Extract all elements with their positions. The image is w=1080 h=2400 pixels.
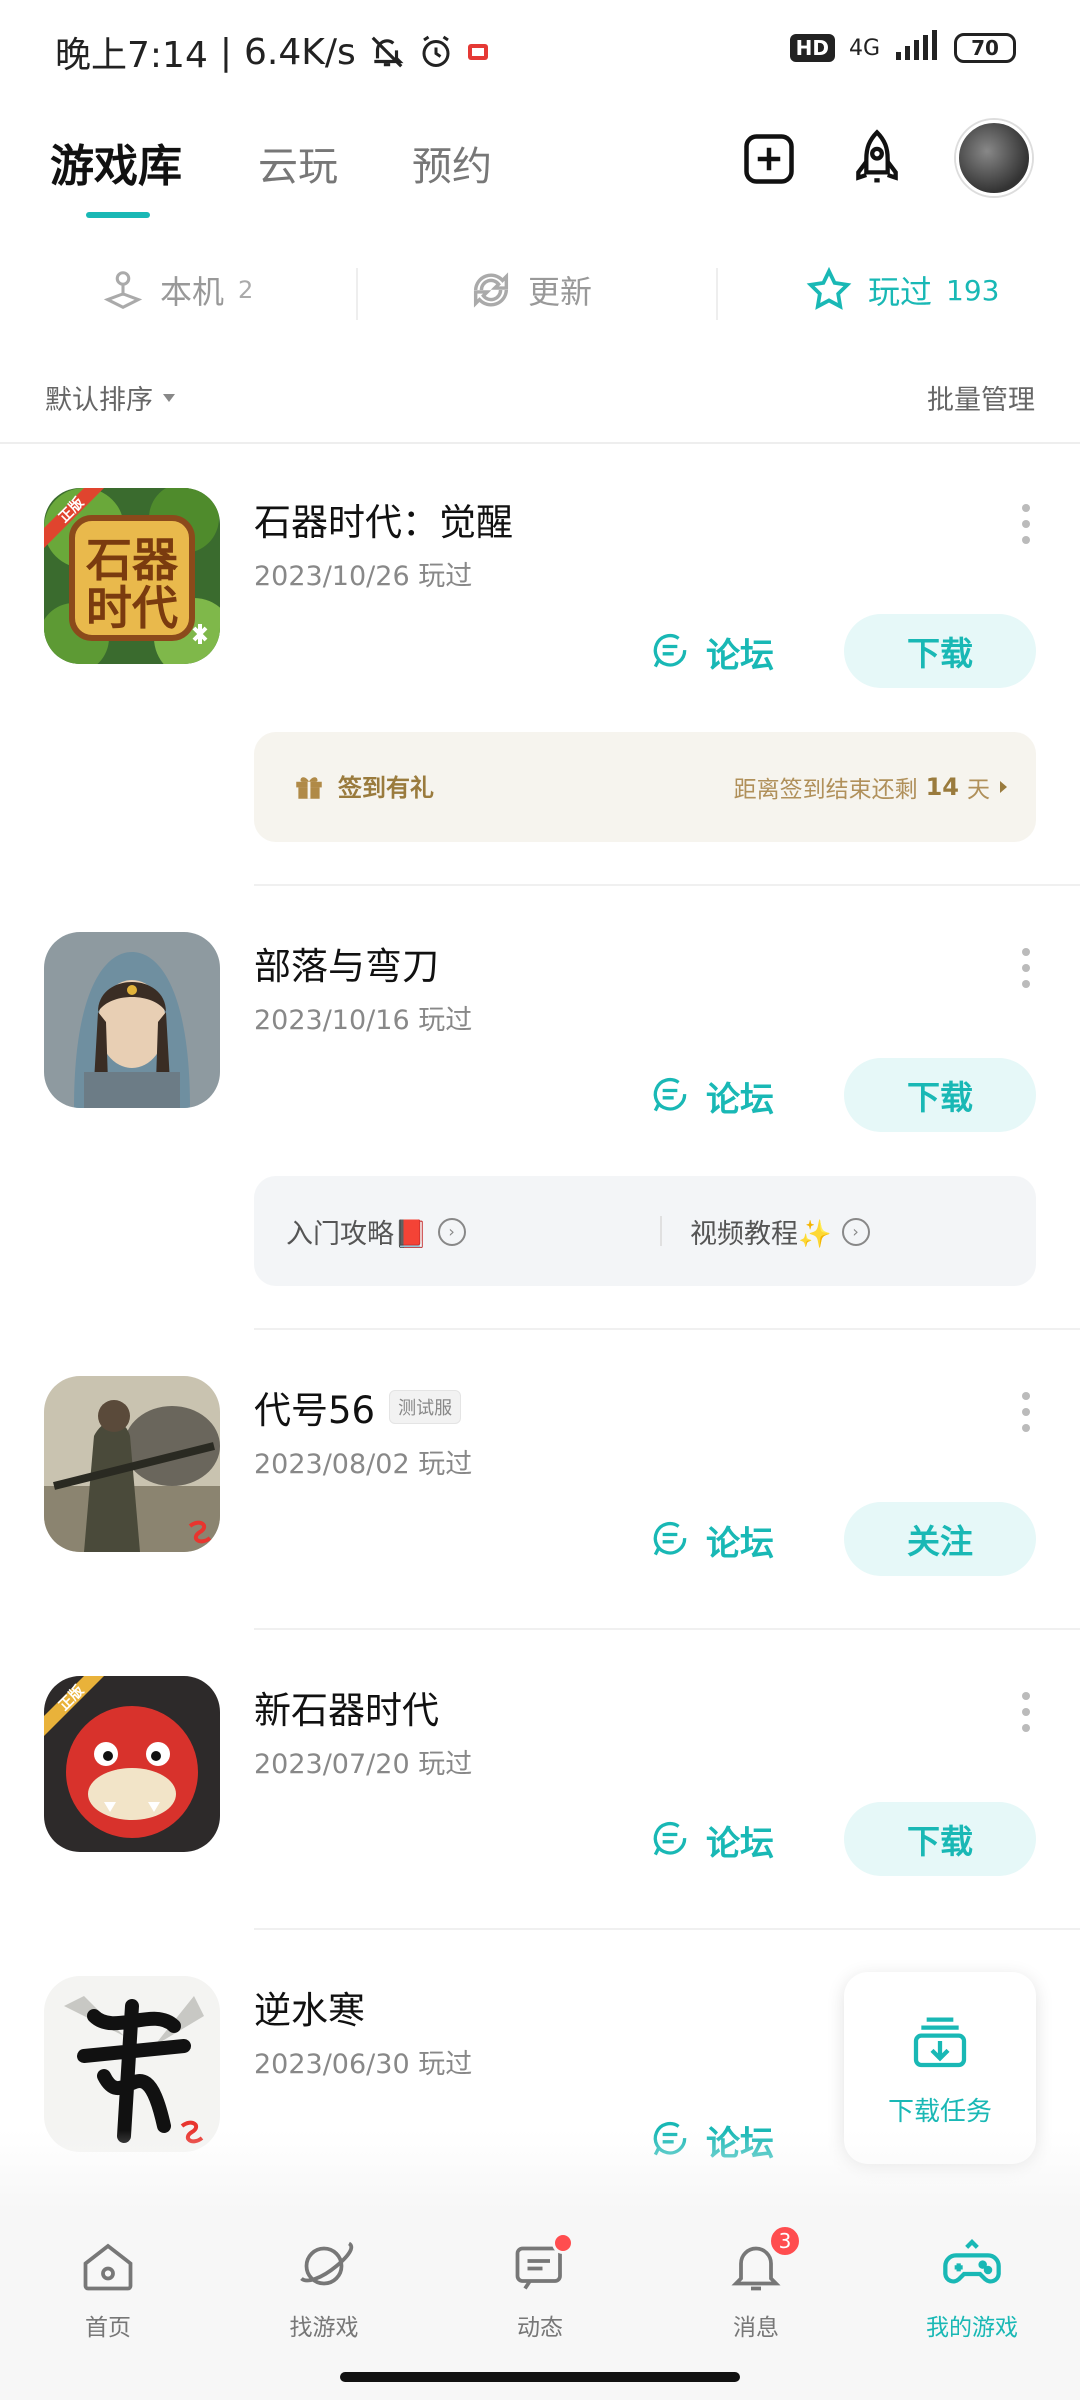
status-bar-left: 晚上7:14 | 6.4K/s <box>55 26 490 78</box>
game-title[interactable]: 代号56 测试服 <box>254 1380 462 1434</box>
rocket-icon <box>856 129 898 183</box>
divider <box>254 1628 1080 1630</box>
plus-square-icon <box>744 134 794 184</box>
chat-bubble-icon <box>653 633 687 668</box>
test-server-badge: 测试服 <box>389 1390 462 1424</box>
signin-reward-card[interactable]: 签到有礼 距离签到结束还剩 14 天 <box>254 732 1036 842</box>
divider <box>254 1928 1080 1930</box>
refresh-icon <box>473 272 509 308</box>
app-notification-icon <box>466 40 490 64</box>
nav-home[interactable]: 首页 <box>28 2234 188 2342</box>
add-game-button[interactable] <box>734 124 804 194</box>
user-avatar[interactable] <box>956 120 1032 196</box>
nav-feed[interactable]: 动态 <box>460 2232 620 2342</box>
filter-tabs: 本机 2 更新 玩过 193 <box>0 250 1080 330</box>
more-options-button[interactable] <box>1020 1692 1032 1732</box>
gamepad-icon <box>943 2238 1001 2284</box>
joystick-icon <box>103 271 143 309</box>
download-button[interactable]: 下载 <box>844 1802 1036 1876</box>
divider <box>356 268 358 320</box>
chat-bubble-icon <box>653 1521 687 1556</box>
planet-icon <box>300 2241 354 2286</box>
divider <box>716 268 718 320</box>
chat-bubble-icon <box>653 1077 687 1112</box>
filter-local[interactable]: 本机 2 <box>100 250 253 330</box>
more-options-button[interactable] <box>1020 504 1032 544</box>
played-date: 2023/06/30 玩过 <box>254 2049 473 2080</box>
chat-bubble-icon <box>653 1821 687 1856</box>
home-icon <box>83 2243 133 2291</box>
divider <box>254 884 1080 886</box>
arrow-right-circle-icon: › <box>437 1217 466 1246</box>
network-type: 4G <box>848 35 880 61</box>
active-tab-indicator <box>86 212 150 218</box>
net-speed: 6.4K/s <box>243 31 356 73</box>
forum-button[interactable]: 论坛 <box>648 1810 788 1870</box>
follow-button[interactable]: 关注 <box>844 1502 1036 1576</box>
played-date: 2023/10/26 玩过 <box>254 561 473 592</box>
gift-icon <box>296 776 322 799</box>
signal-icon <box>894 30 940 66</box>
signin-days: 14 <box>925 773 959 801</box>
chevron-right-icon <box>1000 781 1007 793</box>
caret-down-icon <box>163 393 175 402</box>
notification-dot <box>552 2232 574 2254</box>
download-button[interactable]: 下载 <box>844 1058 1036 1132</box>
status-time: 晚上7:14 <box>55 35 208 76</box>
divider <box>0 442 1080 444</box>
played-date: 2023/10/16 玩过 <box>254 1005 473 1036</box>
signin-label: 签到有礼 <box>338 774 434 802</box>
sort-dropdown[interactable]: 默认排序 <box>45 378 177 417</box>
top-header: 游戏库 云玩 预约 <box>0 110 1080 230</box>
nav-my-games[interactable]: 我的游戏 <box>892 2234 1052 2342</box>
divider <box>254 1328 1080 1330</box>
svg-text:石器: 石器 <box>86 533 179 587</box>
tab-game-library[interactable]: 游戏库 <box>50 130 182 194</box>
batch-manage-button[interactable]: 批量管理 <box>927 378 1035 417</box>
played-date: 2023/08/02 玩过 <box>254 1449 473 1480</box>
game-title[interactable]: 石器时代：觉醒 <box>254 492 513 546</box>
hd-badge: HD <box>789 34 835 62</box>
star-icon <box>806 266 852 310</box>
nav-find-games[interactable]: 找游戏 <box>244 2234 404 2342</box>
game-title[interactable]: 逆水寒 <box>254 1980 365 2034</box>
accelerator-button[interactable] <box>842 124 912 194</box>
tab-cloud-play[interactable]: 云玩 <box>258 134 338 192</box>
status-bar: 晚上7:14 | 6.4K/s HD 4G 70 <box>0 0 1080 100</box>
divider <box>660 1216 662 1246</box>
home-indicator[interactable] <box>340 2372 740 2382</box>
more-options-button[interactable] <box>1020 948 1032 988</box>
game-title[interactable]: 新石器时代 <box>254 1680 439 1734</box>
game-title[interactable]: 部落与弯刀 <box>254 936 439 990</box>
filter-update[interactable]: 更新 <box>468 250 592 330</box>
nav-messages[interactable]: 3 消息 <box>676 2224 836 2342</box>
more-options-button[interactable] <box>1020 1392 1032 1432</box>
forum-button[interactable]: 论坛 <box>648 1510 788 1570</box>
download-tray-icon <box>913 2017 967 2067</box>
battery-indicator: 70 <box>954 33 1016 63</box>
game-icon[interactable] <box>44 932 220 1108</box>
bottom-fade <box>0 2130 1080 2210</box>
forum-button[interactable]: 论坛 <box>648 622 788 682</box>
arrow-right-circle-icon: › <box>841 1217 870 1246</box>
game-icon[interactable] <box>44 1976 220 2152</box>
message-count-badge: 3 <box>768 2224 802 2258</box>
svg-text:时代: 时代 <box>86 581 178 635</box>
game-icon[interactable] <box>44 1376 220 1552</box>
download-button[interactable]: 下载 <box>844 614 1036 688</box>
alarm-icon <box>418 34 454 70</box>
guide-card: 入门攻略📕 › 视频教程✨ › <box>254 1176 1036 1286</box>
sort-bar: 默认排序 批量管理 <box>0 370 1080 430</box>
game-icon[interactable]: 正版 <box>44 1676 220 1852</box>
forum-button[interactable]: 论坛 <box>648 1066 788 1126</box>
game-icon[interactable]: 石器 时代 正版 <box>44 488 220 664</box>
beginner-guide-link[interactable]: 入门攻略📕 › <box>286 1212 466 1251</box>
video-tutorial-link[interactable]: 视频教程✨ › <box>690 1212 870 1251</box>
status-bar-right: HD 4G 70 <box>789 30 1016 66</box>
mute-bell-icon <box>368 33 406 71</box>
played-date: 2023/07/20 玩过 <box>254 1749 473 1780</box>
filter-played[interactable]: 玩过 193 <box>804 250 999 330</box>
tab-reservation[interactable]: 预约 <box>412 134 492 192</box>
